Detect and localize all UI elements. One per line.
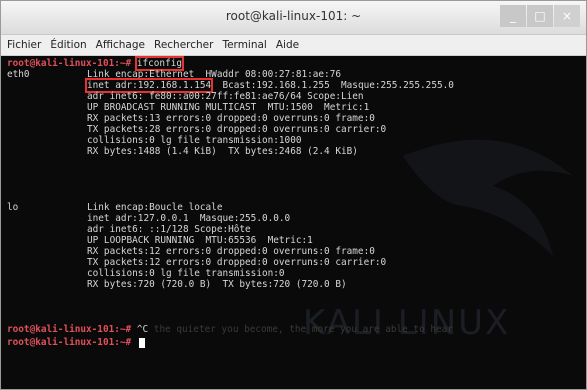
title-bar[interactable]: root@kali-linux-101: ~ _ □ ×	[1, 1, 586, 35]
ctrl-c-text: ^C	[136, 324, 149, 335]
menu-edition[interactable]: Édition	[50, 39, 86, 51]
eth0-inet-address: inet adr:192.168.1.154	[84, 78, 214, 93]
minimize-icon[interactable]: _	[500, 5, 526, 27]
eth0-bcast-mask: Bcast:192.168.1.255 Masque:255.255.255.0	[222, 80, 454, 91]
ctrl-c-line: root@kali-linux-101:~# ^C the quieter yo…	[7, 324, 453, 335]
lo-tx-packets-line: TX packets:12 errors:0 dropped:0 overrun…	[87, 257, 387, 268]
lo-rx-packets-line: RX packets:12 errors:0 dropped:0 overrun…	[87, 246, 375, 257]
eth0-collisions-line: collisions:0 lg file transmission:1000	[87, 135, 302, 146]
kali-motto-watermark: the quieter you become, the more you are…	[153, 324, 453, 335]
eth0-tx-packets-line: TX packets:28 errors:0 dropped:0 overrun…	[87, 124, 387, 135]
shell-prompt: root@kali-linux-101:~#	[7, 324, 132, 335]
shell-prompt: root@kali-linux-101:~#	[7, 337, 132, 348]
terminal-area[interactable]: KALI LINUX root@kali-linux-101:~# ifconf…	[3, 56, 586, 389]
lo-flags-line: UP LOOPBACK RUNNING MTU:65536 Metric:1	[87, 235, 313, 246]
terminal-cursor-icon	[138, 337, 145, 348]
menu-affichage[interactable]: Affichage	[96, 39, 145, 51]
lo-link-line: Link encap:Boucle locale	[87, 202, 223, 213]
interface-name-eth0: eth0	[7, 69, 30, 80]
eth0-link-line: Link encap:Ethernet HWaddr 08:00:27:81:a…	[87, 69, 341, 80]
window-controls: _ □ ×	[500, 5, 580, 27]
lo-inet-line: inet adr:127.0.0.1 Masque:255.0.0.0	[87, 213, 291, 224]
active-prompt-line[interactable]: root@kali-linux-101:~#	[7, 337, 145, 348]
maximize-icon[interactable]: □	[527, 5, 553, 27]
eth0-flags-line: UP BROADCAST RUNNING MULTICAST MTU:1500 …	[87, 102, 370, 113]
lo-bytes-line: RX bytes:720 (720.0 B) TX bytes:720 (720…	[87, 279, 347, 290]
ifconfig-command: ifconfig	[134, 56, 185, 71]
eth0-rx-packets-line: RX packets:13 errors:0 dropped:0 overrun…	[87, 113, 375, 124]
close-icon[interactable]: ×	[554, 5, 580, 27]
kali-dragon-icon	[403, 139, 573, 256]
command-line: root@kali-linux-101:~# ifconfig	[7, 56, 185, 71]
eth0-bytes-line: RX bytes:1488 (1.4 KiB) TX bytes:2468 (2…	[87, 146, 358, 157]
menu-rechercher[interactable]: Rechercher	[154, 39, 213, 51]
menu-fichier[interactable]: Fichier	[7, 39, 41, 51]
menu-terminal[interactable]: Terminal	[222, 39, 266, 51]
menu-bar: Fichier Édition Affichage Rechercher Ter…	[1, 35, 586, 56]
eth0-inet-line: inet adr:192.168.1.154 Bcast:192.168.1.2…	[84, 78, 454, 93]
window-title: root@kali-linux-101: ~	[225, 9, 362, 23]
terminal-window: root@kali-linux-101: ~ _ □ × Fichier Édi…	[0, 0, 587, 390]
lo-inet6-line: adr inet6: ::1/128 Scope:Hôte	[87, 224, 251, 235]
lo-collisions-line: collisions:0 lg file transmission:0	[87, 268, 285, 279]
menu-aide[interactable]: Aide	[276, 39, 299, 51]
shell-prompt: root@kali-linux-101:~#	[7, 58, 132, 69]
interface-name-lo: lo	[7, 202, 19, 213]
eth0-inet6-line: adr inet6: fe80::a00:27ff:fe81:ae76/64 S…	[87, 91, 364, 102]
